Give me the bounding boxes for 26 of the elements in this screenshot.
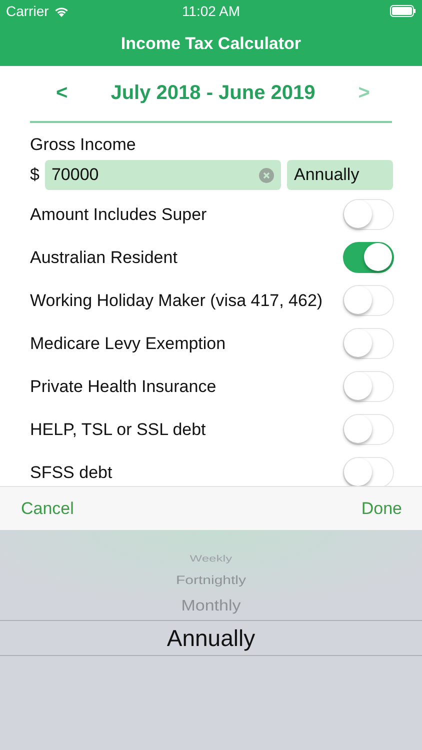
toggle-switch[interactable] bbox=[343, 242, 394, 273]
done-button[interactable]: Done bbox=[354, 494, 409, 522]
clear-icon[interactable] bbox=[259, 168, 274, 182]
period-field[interactable]: Annually bbox=[287, 160, 393, 190]
carrier-text: Carrier bbox=[6, 3, 49, 19]
income-field[interactable]: 70000 bbox=[45, 160, 281, 190]
picker-option[interactable]: Annually bbox=[166, 626, 256, 650]
picker-option[interactable]: Monthly bbox=[181, 598, 241, 614]
option-label: Australian Resident bbox=[30, 248, 178, 268]
gross-income-label: Gross Income bbox=[30, 135, 136, 155]
option-label: Amount Includes Super bbox=[30, 204, 207, 224]
option-label: HELP, TSL or SSL debt bbox=[30, 420, 206, 440]
cancel-button[interactable]: Cancel bbox=[14, 494, 81, 522]
nav-title: Income Tax Calculator bbox=[120, 34, 302, 54]
previous-year-button[interactable]: < bbox=[52, 80, 72, 107]
currency-symbol: $ bbox=[30, 165, 40, 185]
option-label: Working Holiday Maker (visa 417, 462) bbox=[30, 290, 323, 310]
clock-time: 11:02 AM bbox=[182, 3, 240, 19]
wifi-icon bbox=[54, 6, 69, 16]
picker-option[interactable]: Fortnightly bbox=[176, 574, 246, 586]
tax-year-label: July 2018 - June 2019 bbox=[110, 82, 316, 105]
option-label: SFSS debt bbox=[30, 462, 112, 482]
picker-option[interactable]: Weekly bbox=[190, 554, 232, 564]
battery-icon bbox=[390, 5, 416, 17]
option-label: Medicare Levy Exemption bbox=[30, 334, 226, 354]
option-label: Private Health Insurance bbox=[30, 376, 216, 396]
